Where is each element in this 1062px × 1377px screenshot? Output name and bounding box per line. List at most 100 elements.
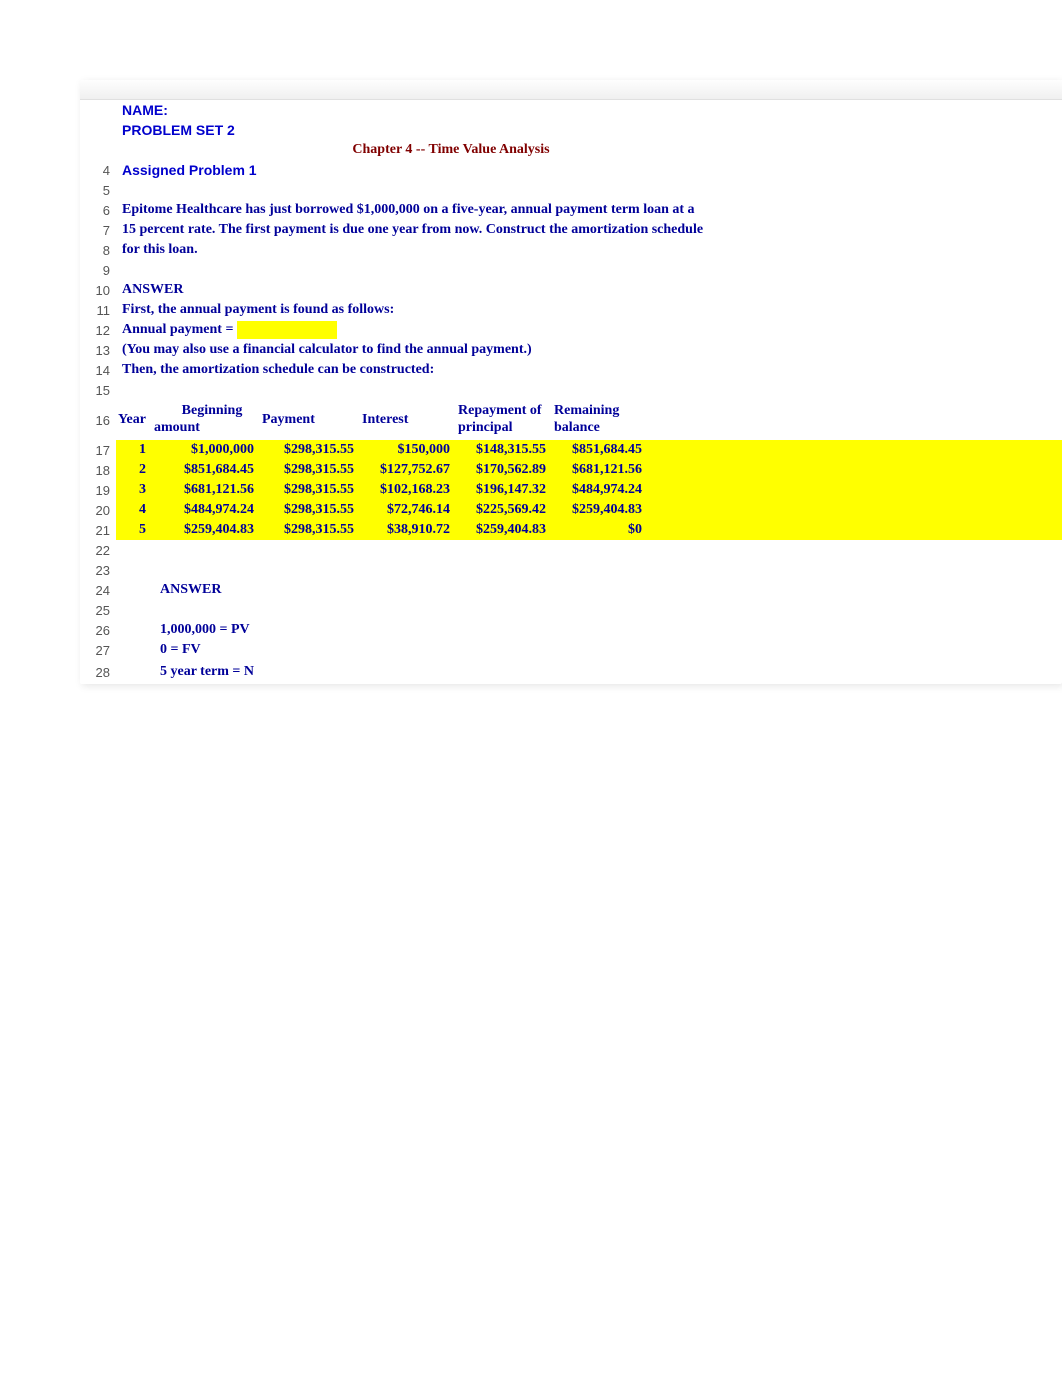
problem-text: for this loan. bbox=[116, 242, 198, 258]
row-number: 6 bbox=[80, 203, 116, 218]
row-name: NAME: bbox=[80, 100, 1062, 120]
th-balance: balance bbox=[554, 420, 648, 437]
cell-payment[interactable]: $298,315.55 bbox=[260, 502, 360, 518]
row-number: 24 bbox=[80, 583, 116, 598]
name-label: NAME: bbox=[116, 102, 168, 118]
problem-set-label: PROBLEM SET 2 bbox=[116, 122, 235, 138]
th-repayment: Repayment of bbox=[458, 403, 552, 420]
row-17: 17 1 $1,000,000 $298,315.55 $150,000 $14… bbox=[80, 440, 1062, 460]
cell-repayment[interactable]: $148,315.55 bbox=[456, 442, 552, 458]
answer-heading: ANSWER bbox=[116, 282, 183, 298]
row-18: 18 2 $851,684.45 $298,315.55 $127,752.67… bbox=[80, 460, 1062, 480]
row-12: 12 Annual payment = bbox=[80, 320, 1062, 340]
cell-interest[interactable]: $102,168.23 bbox=[360, 482, 456, 498]
cell-interest[interactable]: $72,746.14 bbox=[360, 502, 456, 518]
row-26: 26 1,000,000 = PV bbox=[80, 620, 1062, 640]
row-10: 10 ANSWER bbox=[80, 280, 1062, 300]
cell-interest[interactable]: $38,910.72 bbox=[360, 522, 456, 538]
cell-year[interactable]: 1 bbox=[116, 442, 152, 458]
row-27: 27 0 = FV bbox=[80, 640, 1062, 660]
cell-beginning[interactable]: $1,000,000 bbox=[152, 442, 260, 458]
answer-text: Then, the amortization schedule can be c… bbox=[116, 362, 434, 378]
cell-beginning[interactable]: $851,684.45 bbox=[152, 462, 260, 478]
cell-year[interactable]: 4 bbox=[116, 502, 152, 518]
cell-interest[interactable]: $127,752.67 bbox=[360, 462, 456, 478]
spreadsheet: NAME: PROBLEM SET 2 Chapter 4 -- Time Va… bbox=[80, 80, 1062, 684]
row-24: 24 ANSWER bbox=[80, 580, 1062, 600]
row-number: 8 bbox=[80, 243, 116, 258]
row-20: 20 4 $484,974.24 $298,315.55 $72,746.14 … bbox=[80, 500, 1062, 520]
row-number: 20 bbox=[80, 503, 116, 518]
cell-beginning[interactable]: $484,974.24 bbox=[152, 502, 260, 518]
row-number: 18 bbox=[80, 463, 116, 478]
th-payment: Payment bbox=[262, 412, 360, 429]
row-11: 11 First, the annual payment is found as… bbox=[80, 300, 1062, 320]
row-14: 14 Then, the amortization schedule can b… bbox=[80, 360, 1062, 380]
row-5: 5 bbox=[80, 180, 1062, 200]
cell-payment[interactable]: $298,315.55 bbox=[260, 482, 360, 498]
row-number: 22 bbox=[80, 543, 116, 558]
problem-text: 15 percent rate. The first payment is du… bbox=[116, 222, 703, 238]
cell-remaining[interactable]: $851,684.45 bbox=[552, 442, 648, 458]
row-number: 27 bbox=[80, 643, 116, 658]
cell-remaining[interactable]: $259,404.83 bbox=[552, 502, 648, 518]
row-25: 25 bbox=[80, 600, 1062, 620]
row-4: 4 Assigned Problem 1 bbox=[80, 160, 1062, 180]
row-number: 5 bbox=[80, 183, 116, 198]
cell-year[interactable]: 3 bbox=[116, 482, 152, 498]
th-beginning: Beginning bbox=[164, 403, 260, 420]
row-28: 28 5 year term = N bbox=[80, 660, 1062, 684]
cell-year[interactable]: 2 bbox=[116, 462, 152, 478]
cell-remaining[interactable]: $0 bbox=[552, 522, 648, 538]
cell-year[interactable]: 5 bbox=[116, 522, 152, 538]
row-number: 12 bbox=[80, 323, 116, 338]
th-interest: Interest bbox=[362, 412, 456, 429]
cell-repayment[interactable]: $225,569.42 bbox=[456, 502, 552, 518]
column-headers bbox=[80, 80, 1062, 100]
pv-line: 1,000,000 = PV bbox=[116, 622, 250, 638]
answer-note: (You may also use a financial calculator… bbox=[116, 342, 532, 358]
th-principal: principal bbox=[458, 420, 552, 437]
cell-interest[interactable]: $150,000 bbox=[360, 442, 456, 458]
row-8: 8 for this loan. bbox=[80, 240, 1062, 260]
cell-payment[interactable]: $298,315.55 bbox=[260, 442, 360, 458]
cell-repayment[interactable]: $259,404.83 bbox=[456, 522, 552, 538]
row-number: 7 bbox=[80, 223, 116, 238]
cell-remaining[interactable]: $484,974.24 bbox=[552, 482, 648, 498]
cell-beginning[interactable]: $259,404.83 bbox=[152, 522, 260, 538]
cell-beginning[interactable]: $681,121.56 bbox=[152, 482, 260, 498]
cell-payment[interactable]: $298,315.55 bbox=[260, 462, 360, 478]
row-number: 16 bbox=[80, 413, 116, 428]
row-9: 9 bbox=[80, 260, 1062, 280]
problem-text: Epitome Healthcare has just borrowed $1,… bbox=[116, 202, 695, 218]
th-amount: amount bbox=[154, 420, 260, 437]
row-number: 9 bbox=[80, 263, 116, 278]
th-remaining: Remaining bbox=[554, 403, 648, 420]
row-13: 13 (You may also use a financial calcula… bbox=[80, 340, 1062, 360]
row-number: 19 bbox=[80, 483, 116, 498]
answer-heading-2: ANSWER bbox=[116, 582, 221, 598]
fv-line: 0 = FV bbox=[116, 642, 201, 658]
row-16: 16 Year Beginning amount Payment Interes… bbox=[80, 400, 1062, 440]
row-problem-set: PROBLEM SET 2 bbox=[80, 120, 1062, 140]
row-number: 21 bbox=[80, 523, 116, 538]
row-21: 21 5 $259,404.83 $298,315.55 $38,910.72 … bbox=[80, 520, 1062, 540]
cell-repayment[interactable]: $170,562.89 bbox=[456, 462, 552, 478]
answer-text: First, the annual payment is found as fo… bbox=[116, 302, 394, 318]
n-line: 5 year term = N bbox=[116, 664, 254, 680]
row-number: 10 bbox=[80, 283, 116, 298]
assigned-label: Assigned Problem 1 bbox=[116, 162, 257, 178]
th-year: Year bbox=[118, 412, 152, 429]
row-15: 15 bbox=[80, 380, 1062, 400]
highlighted-cell[interactable] bbox=[237, 321, 337, 339]
cell-payment[interactable]: $298,315.55 bbox=[260, 522, 360, 538]
row-number: 17 bbox=[80, 443, 116, 458]
row-number: 11 bbox=[80, 303, 116, 318]
row-19: 19 3 $681,121.56 $298,315.55 $102,168.23… bbox=[80, 480, 1062, 500]
cell-repayment[interactable]: $196,147.32 bbox=[456, 482, 552, 498]
cell-remaining[interactable]: $681,121.56 bbox=[552, 462, 648, 478]
row-23: 23 bbox=[80, 560, 1062, 580]
row-number: 23 bbox=[80, 563, 116, 578]
annual-payment-label: Annual payment = bbox=[116, 322, 233, 338]
row-chapter: Chapter 4 -- Time Value Analysis bbox=[80, 140, 1062, 160]
